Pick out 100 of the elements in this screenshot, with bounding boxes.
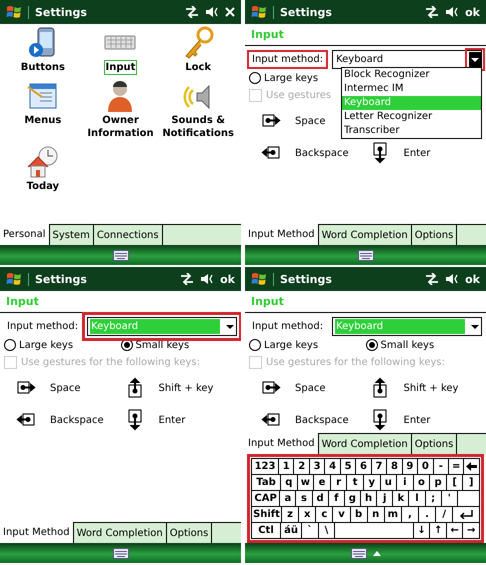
key[interactable]: ↑ bbox=[430, 523, 447, 539]
key[interactable]: s bbox=[296, 491, 313, 507]
ok-button[interactable]: ok bbox=[465, 6, 480, 18]
key[interactable]: n bbox=[368, 507, 385, 523]
key[interactable]: ' bbox=[442, 491, 458, 507]
windows-logo-icon[interactable] bbox=[251, 272, 267, 286]
connectivity-icon[interactable] bbox=[425, 6, 440, 18]
key[interactable]: 6 bbox=[356, 458, 372, 475]
key[interactable]: áü bbox=[280, 523, 302, 539]
speaker-icon[interactable] bbox=[200, 273, 214, 285]
key[interactable]: , bbox=[402, 507, 420, 523]
key[interactable]: 7 bbox=[372, 458, 388, 475]
key[interactable]: t bbox=[347, 475, 364, 491]
key[interactable]: - bbox=[434, 458, 450, 475]
key[interactable]: o bbox=[414, 475, 430, 491]
windows-logo-icon[interactable] bbox=[6, 5, 22, 19]
tab[interactable]: Personal bbox=[0, 224, 50, 245]
tab[interactable]: Input Method bbox=[245, 224, 319, 245]
key[interactable]: j bbox=[377, 491, 394, 507]
key[interactable]: u bbox=[380, 475, 398, 491]
key[interactable]: ← bbox=[446, 523, 464, 539]
settings-item[interactable]: Buttons bbox=[18, 60, 67, 75]
key[interactable]: 3 bbox=[310, 458, 326, 475]
ok-button[interactable]: ok bbox=[465, 272, 480, 286]
enter-key[interactable] bbox=[453, 507, 480, 523]
radio-button[interactable] bbox=[120, 339, 132, 351]
key[interactable]: r bbox=[330, 475, 348, 491]
tab[interactable]: Input Method bbox=[0, 522, 74, 543]
ok-button[interactable]: ok bbox=[220, 272, 235, 286]
key[interactable]: k bbox=[393, 491, 410, 507]
settings-item[interactable]: Input bbox=[104, 60, 138, 75]
key[interactable]: w bbox=[298, 475, 314, 491]
keyboard-icon[interactable] bbox=[112, 250, 128, 260]
settings-item[interactable]: Owner Information bbox=[82, 113, 160, 141]
key[interactable]: d bbox=[312, 491, 329, 507]
key[interactable]: h bbox=[360, 491, 378, 507]
key[interactable]: Ctl bbox=[252, 523, 281, 539]
key[interactable]: 0 bbox=[418, 458, 434, 475]
space-key[interactable] bbox=[335, 523, 414, 539]
key[interactable]: 9 bbox=[402, 458, 418, 475]
settings-item[interactable]: Sounds & Notifications bbox=[159, 113, 237, 141]
key[interactable]: g bbox=[344, 491, 361, 507]
key[interactable]: ↓ bbox=[414, 523, 430, 539]
speaker-icon[interactable] bbox=[205, 6, 219, 18]
key[interactable]: x bbox=[299, 507, 316, 523]
key[interactable]: . bbox=[419, 507, 436, 523]
settings-item[interactable]: Today bbox=[24, 179, 62, 194]
caret-icon[interactable] bbox=[372, 550, 380, 556]
tab[interactable]: Word Completion bbox=[74, 523, 167, 543]
settings-item[interactable]: Menus bbox=[22, 113, 64, 128]
key[interactable]: e bbox=[314, 475, 331, 491]
connectivity-icon[interactable] bbox=[185, 6, 199, 18]
tab[interactable]: Word Completion bbox=[318, 225, 412, 245]
keyboard-icon[interactable] bbox=[112, 548, 128, 558]
radio-button[interactable] bbox=[249, 339, 261, 351]
key[interactable]: 8 bbox=[387, 458, 403, 475]
key[interactable]: 4 bbox=[325, 458, 341, 475]
radio-button[interactable] bbox=[4, 339, 16, 351]
key[interactable]: ; bbox=[426, 491, 442, 507]
key[interactable]: i bbox=[397, 475, 414, 491]
key[interactable]: = bbox=[449, 458, 464, 475]
key[interactable]: a bbox=[280, 491, 296, 507]
windows-logo-icon[interactable] bbox=[251, 5, 267, 19]
connectivity-icon[interactable] bbox=[425, 273, 440, 285]
key[interactable]: m bbox=[384, 507, 402, 523]
keyboard-icon[interactable] bbox=[350, 548, 366, 558]
speaker-icon[interactable] bbox=[445, 273, 460, 285]
keyboard-icon[interactable] bbox=[358, 250, 374, 260]
key[interactable]: 5 bbox=[340, 458, 356, 475]
speaker-icon[interactable] bbox=[445, 6, 460, 18]
connectivity-icon[interactable] bbox=[180, 273, 194, 285]
settings-item[interactable]: Lock bbox=[183, 60, 214, 75]
key[interactable]: l bbox=[409, 491, 426, 507]
key[interactable]: \ bbox=[318, 523, 336, 539]
key[interactable]: ` bbox=[302, 523, 319, 539]
key[interactable]: p bbox=[430, 475, 447, 491]
radio-button[interactable] bbox=[366, 339, 378, 351]
key[interactable]: / bbox=[436, 507, 454, 523]
key[interactable]: f bbox=[328, 491, 345, 507]
key[interactable]: v bbox=[333, 507, 351, 523]
key[interactable]: b bbox=[350, 507, 368, 523]
key[interactable]: 123 bbox=[252, 458, 280, 475]
tab[interactable]: System bbox=[50, 225, 94, 245]
close-icon[interactable] bbox=[225, 7, 235, 17]
windows-logo-icon[interactable] bbox=[6, 272, 22, 286]
key[interactable]: q bbox=[281, 475, 298, 491]
key[interactable]: Tab bbox=[252, 475, 282, 491]
tab[interactable]: Input Method bbox=[245, 433, 319, 454]
radio-button[interactable] bbox=[249, 72, 261, 84]
tab[interactable]: Word Completion bbox=[318, 434, 412, 454]
key[interactable]: ] bbox=[463, 475, 480, 491]
key[interactable]: [ bbox=[446, 475, 464, 491]
key[interactable]: 2 bbox=[294, 458, 310, 475]
key[interactable]: CAP bbox=[252, 491, 280, 507]
key[interactable]: 1 bbox=[279, 458, 294, 475]
key[interactable]: c bbox=[316, 507, 334, 523]
key[interactable]: y bbox=[364, 475, 381, 491]
key[interactable]: z bbox=[282, 507, 300, 523]
key[interactable] bbox=[458, 491, 480, 507]
backspace-key[interactable] bbox=[464, 458, 480, 475]
